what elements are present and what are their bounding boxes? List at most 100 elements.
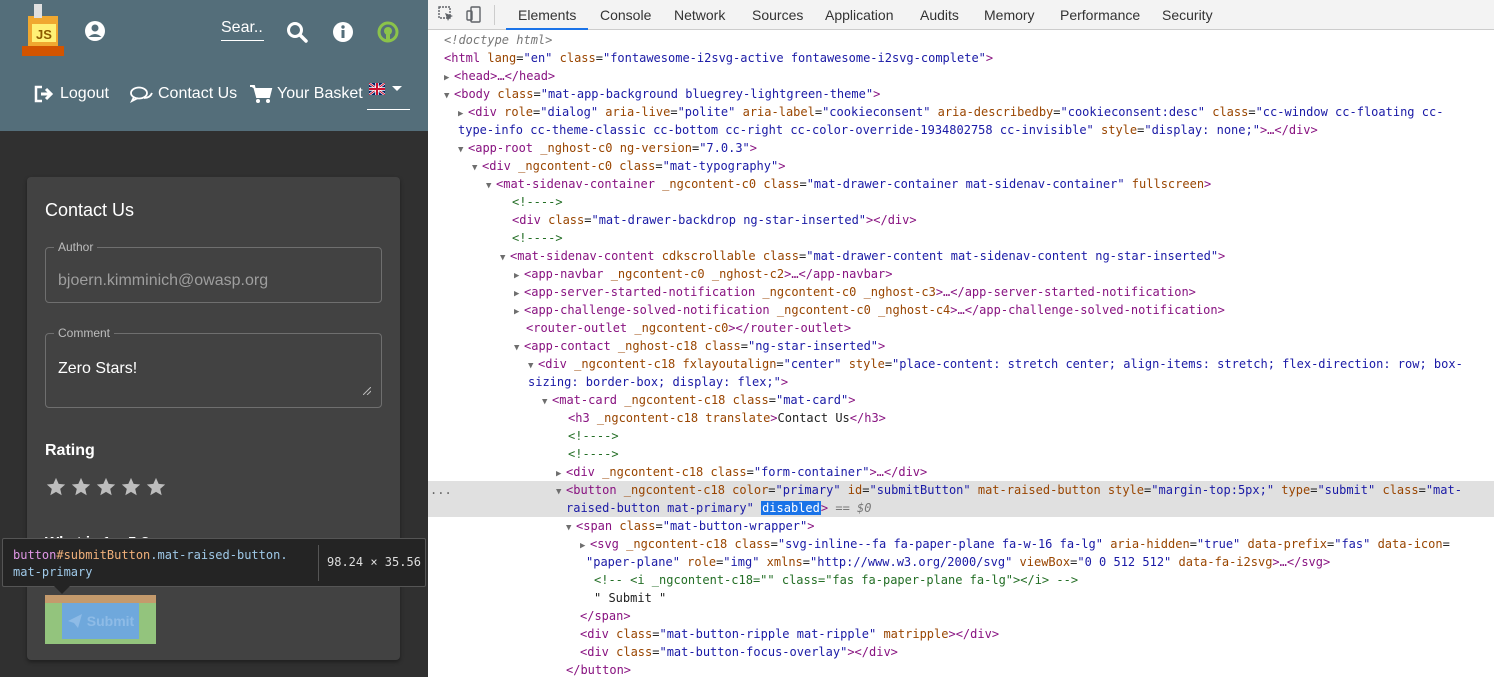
node-text: mat-raised-button style (977, 483, 1145, 497)
dom-node[interactable]: <div class="mat-button-focus-overlay"></… (428, 643, 1494, 661)
dom-node[interactable]: ▶ <app-challenge-solved-notification _ngc… (428, 301, 1494, 319)
dom-node[interactable]: </button> (428, 661, 1494, 677)
submit-button[interactable]: Submit (62, 603, 139, 639)
device-toolbar-icon[interactable] (466, 6, 483, 23)
star-icon[interactable] (70, 476, 92, 498)
comment-field[interactable]: Comment Zero Stars! (45, 326, 382, 408)
dom-node[interactable]: <h3 _ngcontent-c18 translate>Contact Us<… (428, 409, 1494, 427)
collapse-arrow-icon[interactable]: ▼ (566, 519, 576, 535)
tab-network[interactable]: Network (674, 0, 725, 30)
dom-node[interactable]: ▼ <div _ngcontent-c18 fxlayoutalign="cent… (428, 355, 1494, 373)
basket-button[interactable]: Your Basket (249, 82, 363, 106)
language-select[interactable] (367, 80, 410, 110)
dom-node[interactable]: <div class="mat-drawer-backdrop ng-star-… (428, 211, 1494, 229)
expand-arrow-icon[interactable]: ▶ (514, 285, 524, 301)
node-text: <head>…</head> (454, 69, 556, 83)
collapse-arrow-icon[interactable]: ▼ (500, 249, 510, 265)
collapse-arrow-icon[interactable]: ▼ (458, 141, 468, 157)
info-icon[interactable] (332, 21, 354, 43)
dom-node[interactable]: ▼ <mat-sidenav-content cdkscrollable clas… (428, 247, 1494, 265)
expand-arrow-icon[interactable]: ▶ (556, 465, 566, 481)
tab-memory[interactable]: Memory (984, 0, 1035, 30)
collapse-arrow-icon[interactable]: ▼ (514, 339, 524, 355)
collapse-arrow-icon[interactable]: ▼ (528, 357, 538, 373)
dom-node[interactable]: </span> (428, 607, 1494, 625)
node-text: <app-root (468, 141, 541, 155)
dom-node[interactable]: ▶ <head>…</head> (428, 67, 1494, 85)
node-text: style (1101, 123, 1138, 137)
node-text: "http://www.w3.org/2000/svg" (810, 555, 1020, 569)
tab-elements[interactable]: Elements (506, 0, 589, 30)
tab-security[interactable]: Security (1162, 0, 1213, 30)
selector-classes-2: mat-primary (13, 565, 93, 579)
dom-node[interactable]: ▼ <body class="mat-app-background bluegre… (428, 85, 1494, 103)
expand-arrow-icon[interactable]: ▶ (514, 303, 524, 319)
dom-node[interactable]: ▼ <app-root _nghost-c0 ng-version="7.0.3"… (428, 139, 1494, 157)
node-text: "mat-drawer-container mat-sidenav-contai… (806, 177, 1132, 191)
dom-node[interactable]: <!doctype html> (428, 31, 1494, 49)
dom-node[interactable]: ▶ <svg _ngcontent-c18 class="svg-inline--… (428, 535, 1494, 553)
dom-node[interactable]: <!----> (428, 427, 1494, 445)
star-icon[interactable] (145, 476, 167, 498)
tab-console[interactable]: Console (600, 0, 651, 30)
dom-node[interactable]: ▼ <mat-card _ngcontent-c18 class="mat-car… (428, 391, 1494, 409)
disabled-attribute[interactable]: disabled (761, 501, 821, 515)
node-text: >…</div> (1259, 123, 1318, 137)
tab-application[interactable]: Application (825, 0, 894, 30)
search-field[interactable]: Sear... (221, 19, 264, 41)
node-actions-marker[interactable]: ... (430, 481, 452, 499)
dom-node[interactable]: ▼ <span class="mat-button-wrapper"> (428, 517, 1494, 535)
dom-node[interactable]: <!----> (428, 193, 1494, 211)
collapse-arrow-icon[interactable]: ▼ (472, 159, 482, 175)
star-icon[interactable] (95, 476, 117, 498)
dom-node[interactable]: ▶ <app-server-started-notification _ngcon… (428, 283, 1494, 301)
dom-node[interactable]: <html lang="en" class="fontawesome-i2svg… (428, 49, 1494, 67)
collapse-arrow-icon[interactable]: ▼ (556, 483, 566, 499)
tab-audits[interactable]: Audits (920, 0, 959, 30)
star-icon[interactable] (45, 476, 67, 498)
dom-node[interactable]: <router-outlet _ngcontent-c0></router-ou… (428, 319, 1494, 337)
dom-node[interactable]: <!----> (428, 229, 1494, 247)
comments-icon (130, 86, 153, 103)
github-icon[interactable] (376, 20, 400, 44)
node-text: matripple (883, 627, 949, 641)
collapse-arrow-icon[interactable]: ▼ (542, 393, 552, 409)
chevron-down-icon (392, 86, 402, 91)
star-icon[interactable] (120, 476, 142, 498)
tab-sources[interactable]: Sources (752, 0, 803, 30)
dom-node[interactable]: ▶ <div role="dialog" aria-live="polite" a… (428, 103, 1494, 121)
dom-node[interactable]: <!----> (428, 445, 1494, 463)
inspect-element-icon[interactable] (438, 6, 455, 23)
contact-us-button[interactable]: Contact Us (130, 82, 237, 106)
resize-grip-icon[interactable] (363, 387, 371, 395)
node-text: class (559, 51, 596, 65)
account-icon[interactable] (84, 20, 106, 42)
dom-node[interactable]: ▼ <div _ngcontent-c0 class="mat-typograph… (428, 157, 1494, 175)
author-field[interactable]: Author bjoern.kimminich@owasp.org (45, 240, 382, 303)
node-text: _ngcontent-c18 class (602, 465, 747, 479)
expand-arrow-icon[interactable]: ▶ (444, 69, 454, 85)
paper-plane-icon (67, 614, 82, 628)
node-text: "true" (1196, 537, 1248, 551)
expand-arrow-icon[interactable]: ▶ (514, 267, 524, 283)
node-text: <div (580, 627, 617, 641)
dom-node[interactable]: " Submit " (428, 589, 1494, 607)
collapse-arrow-icon[interactable]: ▼ (486, 177, 496, 193)
collapse-arrow-icon[interactable]: ▼ (444, 87, 454, 103)
logout-button[interactable]: Logout (34, 82, 109, 106)
dom-node[interactable]: ▼ <mat-sidenav-container _ngcontent-c0 cl… (428, 175, 1494, 193)
expand-arrow-icon[interactable]: ▶ (458, 105, 468, 121)
dom-node[interactable]: ▶ <app-navbar _ngcontent-c0 _nghost-c2>…<… (428, 265, 1494, 283)
node-text: </span> (580, 609, 631, 623)
rating-stars[interactable] (45, 476, 167, 498)
tab-performance[interactable]: Performance (1060, 0, 1140, 30)
dom-node[interactable]: ▼ <app-contact _nghost-c18 class="ng-star… (428, 337, 1494, 355)
dom-node[interactable]: ▶ <div _ngcontent-c18 class="form-contain… (428, 463, 1494, 481)
expand-arrow-icon[interactable]: ▶ (580, 537, 590, 553)
dom-node-selected[interactable]: ... ▼ <button _ngcontent-c18 color="primar… (428, 481, 1494, 499)
card-title: Contact Us (45, 200, 135, 220)
search-icon[interactable] (286, 21, 308, 43)
dom-node[interactable]: <!-- <i _ngcontent-c18="" class="fas fa-… (428, 571, 1494, 589)
juice-shop-logo-icon[interactable]: JS (16, 2, 70, 58)
dom-node[interactable]: <div class="mat-button-ripple mat-ripple… (428, 625, 1494, 643)
